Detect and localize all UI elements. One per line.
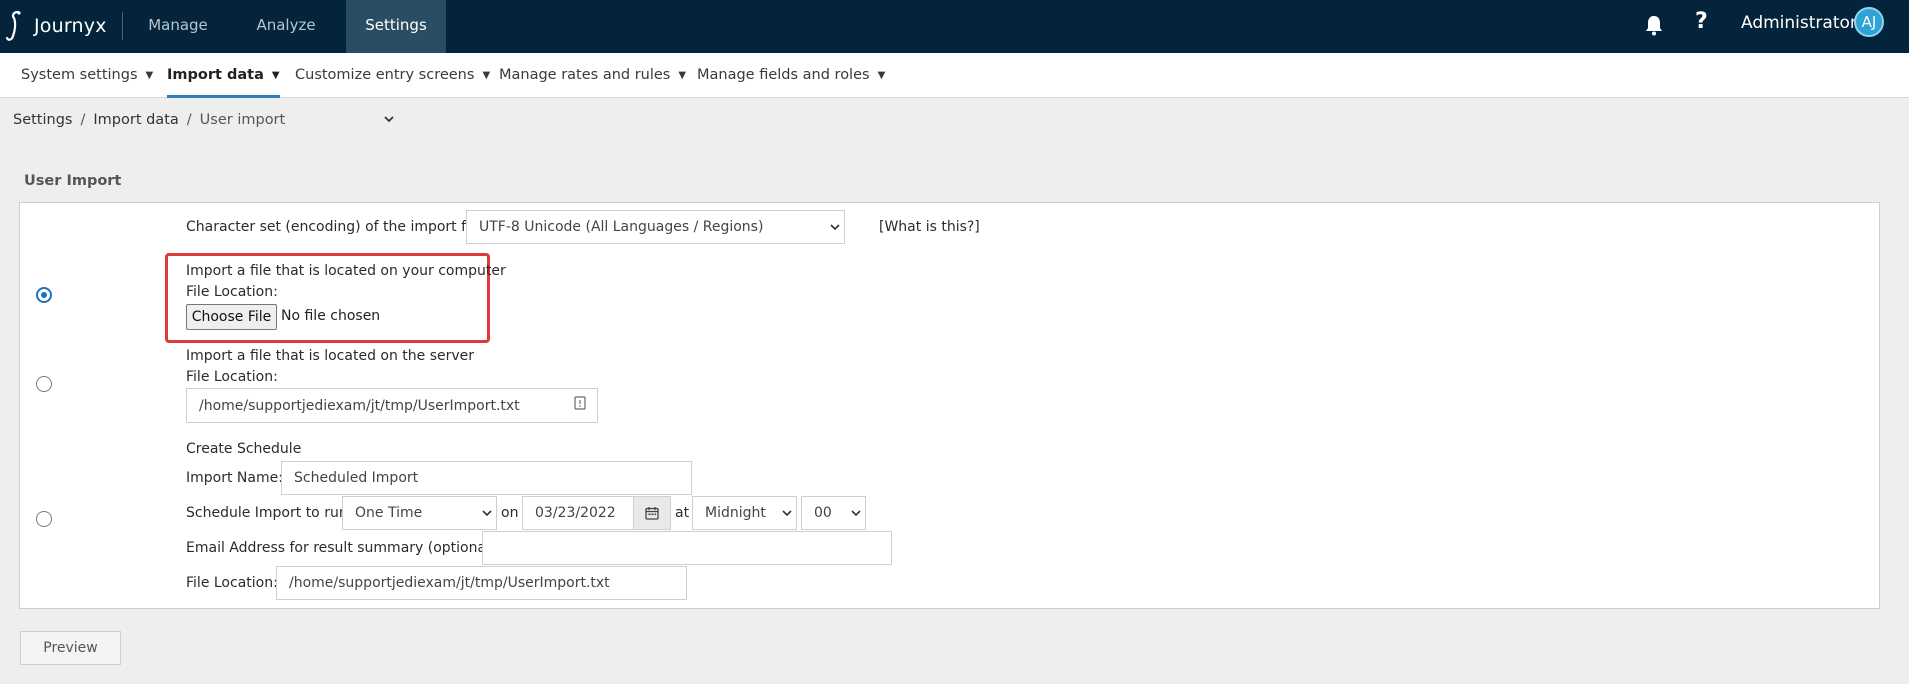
schedule-file-location-label: File Location: [186,575,278,591]
on-label: on [501,505,519,521]
topnav-settings[interactable]: Settings [346,0,446,53]
subnav-label: System settings [21,67,138,83]
subnav-system-settings[interactable]: System settings ▼ [21,53,153,98]
topnav-manage[interactable]: Manage [128,0,228,53]
chevron-down-icon [830,224,840,231]
breadcrumb-import-data[interactable]: Import data [93,112,178,128]
top-navigation-bar: Journyx Manage Analyze Settings ? Admini… [0,0,1909,53]
secondary-navigation: System settings ▼ Import data ▼ Customize … [0,53,1909,98]
subnav-customize-entry-screens[interactable]: Customize entry screens ▼ [295,53,490,98]
breadcrumb: Settings / Import data / User import [13,112,285,128]
choose-file-button[interactable]: Choose File [186,304,277,330]
chevron-down-icon [782,510,792,517]
schedule-file-path-value: /home/supportjediexam/jt/tmp/UserImport.… [289,575,610,591]
server-file-path-value: /home/supportjediexam/jt/tmp/UserImport.… [199,397,520,414]
server-file-location-label: File Location: [186,369,278,385]
user-name[interactable]: Administrator [1741,13,1857,33]
subnav-label: Manage rates and rules [499,67,671,83]
minute-selected-value: 00 [814,505,832,521]
logo-divider [122,12,123,40]
subnav-label: Manage fields and roles [697,67,870,83]
breadcrumb-settings[interactable]: Settings [13,112,72,128]
avatar[interactable]: AJ [1854,7,1884,37]
schedule-date-value: 03/23/2022 [535,505,616,521]
email-input[interactable] [482,531,892,565]
import-name-value: Scheduled Import [294,470,419,486]
encoding-select[interactable]: UTF-8 Unicode (All Languages / Regions) [466,210,845,244]
question-icon[interactable]: ? [1695,9,1708,34]
calendar-button[interactable] [634,496,671,530]
breadcrumb-separator: / [80,112,86,128]
email-label: Email Address for result summary (option… [186,540,501,556]
schedule-title: Create Schedule [186,441,302,457]
file-info-icon [574,396,586,410]
subnav-manage-rates-and-rules[interactable]: Manage rates and rules ▼ [499,53,686,98]
server-import-title: Import a file that is located on the ser… [186,348,475,364]
caret-down-icon: ▼ [145,70,154,81]
caret-down-icon: ▼ [678,70,687,81]
import-name-input[interactable]: Scheduled Import [281,461,692,495]
server-file-path-input[interactable]: /home/supportjediexam/jt/tmp/UserImport.… [186,388,598,423]
subnav-import-data[interactable]: Import data ▼ [167,53,280,98]
caret-down-icon: ▼ [271,70,280,81]
schedule-file-path-input[interactable]: /home/supportjediexam/jt/tmp/UserImport.… [276,566,687,600]
encoding-label: Character set (encoding) of the import f… [186,219,488,235]
preview-button[interactable]: Preview [20,631,121,665]
minute-select[interactable]: 00 [801,496,866,530]
hour-selected-value: Midnight [705,505,766,521]
chevron-down-icon [482,510,492,517]
caret-down-icon: ▼ [482,70,491,81]
encoding-selected-value: UTF-8 Unicode (All Languages / Regions) [479,219,764,235]
breadcrumb-separator: / [186,112,192,128]
schedule-date-input[interactable]: 03/23/2022 [522,496,634,530]
radio-server-import[interactable] [36,376,52,392]
subnav-label: Import data [167,67,264,83]
local-file-location-label: File Location: [186,284,278,300]
chevron-down-icon[interactable] [383,113,395,125]
radio-create-schedule[interactable] [36,511,52,527]
import-name-label: Import Name: [186,470,283,486]
at-label: at [675,505,690,521]
subnav-label: Customize entry screens [295,67,475,83]
app-name: Journyx [34,15,107,37]
section-title: User Import [24,173,122,189]
frequency-select[interactable]: One Time [342,496,497,530]
topnav-analyze[interactable]: Analyze [236,0,336,53]
caret-down-icon: ▼ [877,70,886,81]
file-status: No file chosen [281,308,381,324]
schedule-run-label: Schedule Import to run [186,505,348,521]
journyx-logo-icon [5,10,21,41]
what-is-this-link[interactable]: [What is this?] [879,219,980,235]
chevron-down-icon [851,510,861,517]
frequency-selected-value: One Time [355,505,423,521]
radio-local-import[interactable] [36,287,52,303]
local-import-title: Import a file that is located on your co… [186,263,506,279]
app-logo[interactable]: Journyx [4,9,107,43]
breadcrumb-current: User import [199,112,286,128]
bell-icon[interactable] [1643,14,1665,36]
subnav-manage-fields-and-roles[interactable]: Manage fields and roles ▼ [697,53,885,98]
calendar-icon [645,507,659,520]
hour-select[interactable]: Midnight [692,496,797,530]
